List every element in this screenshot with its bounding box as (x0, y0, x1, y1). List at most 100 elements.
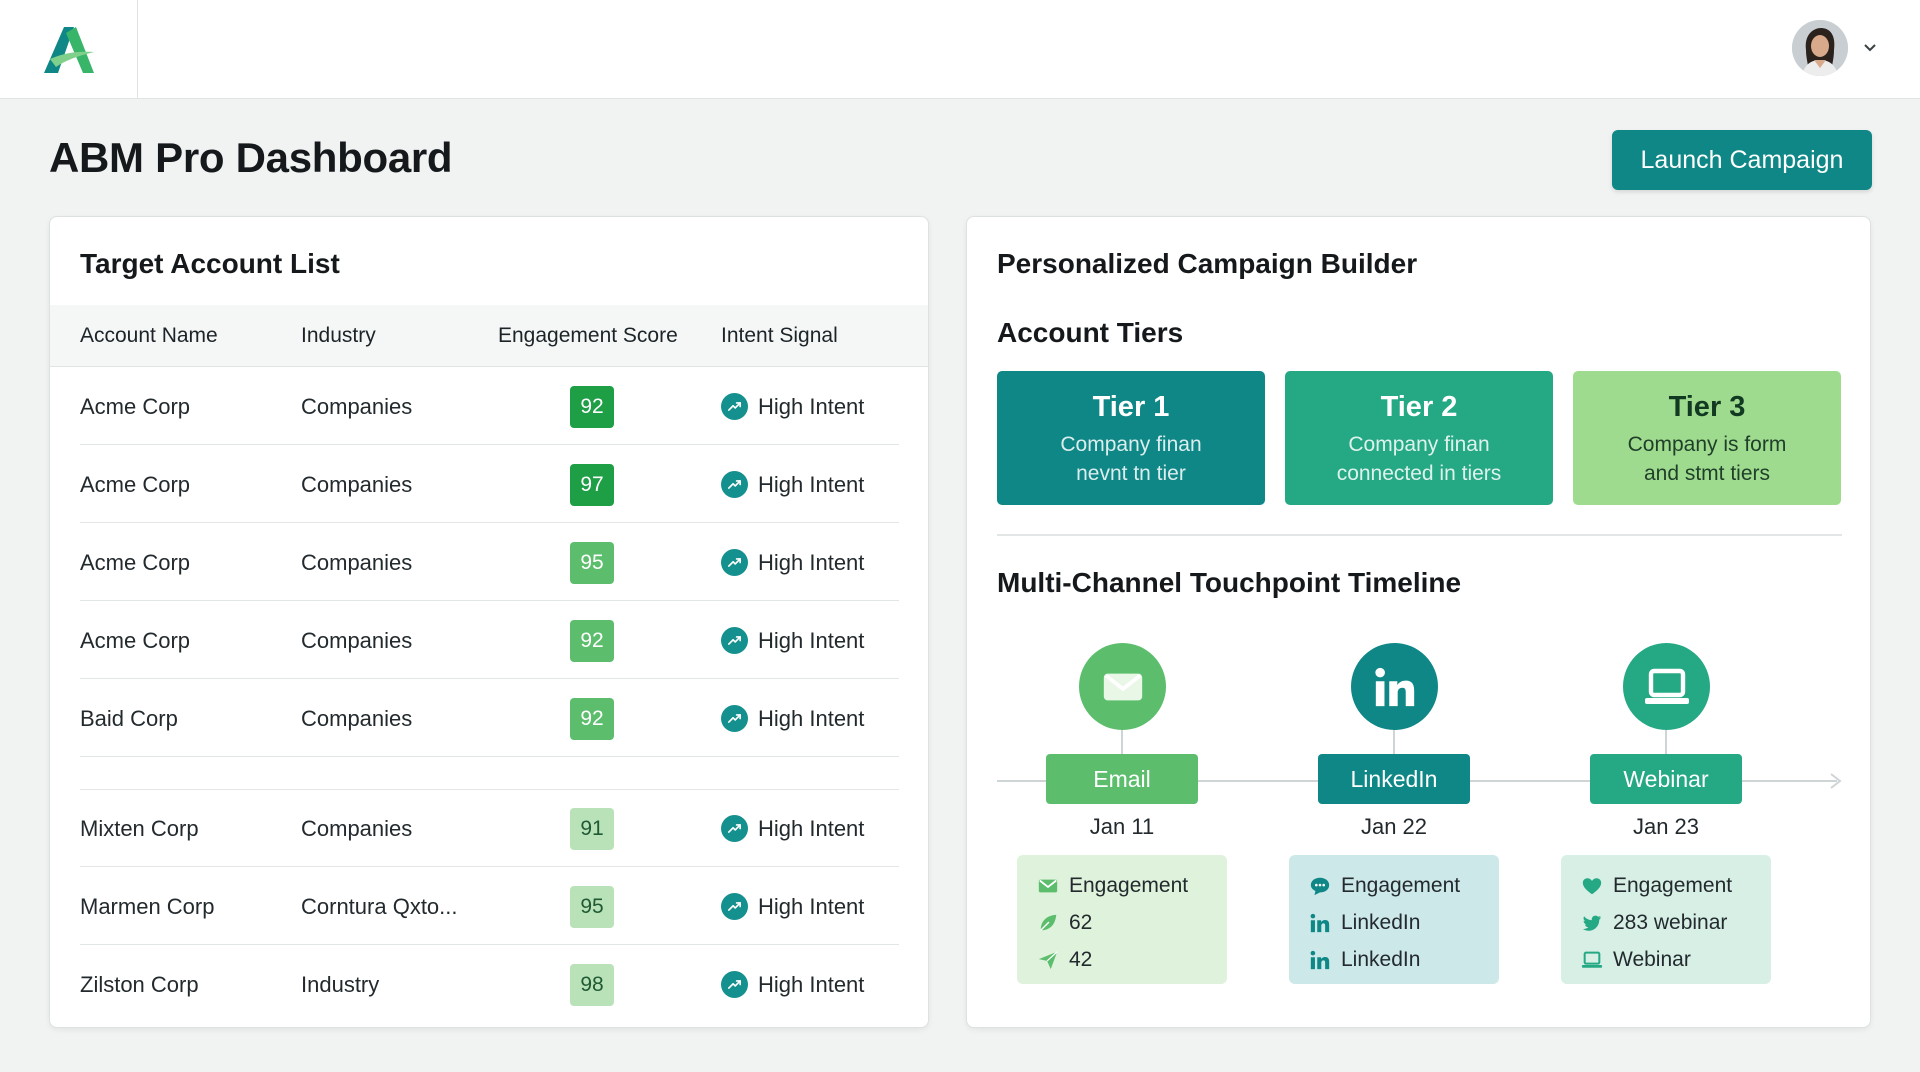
table-row[interactable]: Marmen Corp Corntura Qxto... 95 High Int… (80, 868, 899, 945)
intent-signal-label: High Intent (758, 971, 865, 997)
user-menu[interactable] (1792, 20, 1878, 76)
trending-up-icon (721, 971, 748, 998)
touchpoint-detail-item: LinkedIn (1309, 941, 1499, 978)
touchpoint-timeline-title: Multi-Channel Touchpoint Timeline (997, 567, 1462, 598)
table-header: Account Name Industry Engagement Score I… (50, 305, 928, 367)
touchpoint-detail-item: Engagement (1037, 867, 1227, 904)
account-name-cell: Mixten Corp (80, 816, 199, 841)
engagement-score-badge: 95 (570, 886, 614, 928)
touchpoint-detail-text: Engagement (1341, 873, 1461, 897)
timeline-arrow-icon (1830, 773, 1842, 789)
industry-cell: Corntura Qxto... (301, 894, 458, 919)
touchpoint-detail-text: Webinar (1613, 947, 1691, 971)
column-header-intent-signal[interactable]: Intent Signal (721, 305, 838, 367)
touchpoint-detail-text: 283 webinar (1613, 910, 1728, 934)
laptop-icon[interactable] (1623, 643, 1710, 730)
account-name-cell: Acme Corp (80, 394, 191, 419)
linkedin-icon[interactable] (1351, 643, 1438, 730)
touchpoint-detail-text: 42 (1069, 947, 1093, 971)
touchpoint-date: Jan 22 (1360, 814, 1428, 839)
logo-area[interactable] (0, 0, 138, 99)
user-avatar[interactable] (1792, 20, 1848, 76)
top-header (0, 0, 1920, 99)
touchpoint-channel-button[interactable]: Webinar (1590, 754, 1742, 804)
table-row[interactable]: Acme Corp Companies 97 High Intent (80, 446, 899, 523)
touchpoint-detail-box: Engagement 283 webinar Webinar (1561, 855, 1771, 984)
tier-1-name: Tier 1 (1092, 391, 1170, 423)
touchpoint-date: Jan 11 (1089, 814, 1155, 839)
touchpoint-detail-item: 62 (1037, 904, 1227, 941)
tier-2-name: Tier 2 (1380, 391, 1458, 423)
tier-1-description-line-2: nevnt tn tier (1076, 462, 1186, 485)
industry-cell: Industry (301, 972, 380, 997)
intent-signal-cell: High Intent (721, 446, 864, 523)
timeline-stem (1393, 730, 1395, 754)
account-name-cell: Acme Corp (80, 472, 191, 497)
account-name-cell: Baid Corp (80, 706, 178, 731)
chat-icon (1309, 875, 1331, 897)
touchpoint-detail-text: Engagement (1069, 873, 1189, 897)
touchpoint-detail-item: Engagement (1581, 867, 1771, 904)
touchpoint-detail-item: Engagement (1309, 867, 1499, 904)
intent-signal-cell: High Intent (721, 368, 864, 445)
tier-3-card[interactable]: Tier 3 Company is form and stmt tiers (1573, 371, 1841, 505)
account-name-cell: Acme Corp (80, 628, 191, 653)
tier-1-card[interactable]: Tier 1 Company finan nevnt tn tier (997, 371, 1265, 505)
linkedin-icon (1309, 912, 1331, 934)
industry-cell: Companies (301, 394, 413, 419)
send-icon (1037, 949, 1059, 971)
tier-2-description-line-2: connected in tiers (1336, 462, 1502, 485)
linkedin-icon (1309, 949, 1331, 971)
launch-campaign-button[interactable]: Launch Campaign (1612, 130, 1872, 190)
tier-2-card[interactable]: Tier 2 Company finan connected in tiers (1285, 371, 1553, 505)
touchpoint-channel-button[interactable]: LinkedIn (1318, 754, 1470, 804)
account-tiers-title: Account Tiers (997, 317, 1184, 348)
engagement-score-badge: 98 (570, 964, 614, 1006)
timeline-stem (1665, 730, 1667, 754)
trending-up-icon (721, 893, 748, 920)
table-row[interactable]: Acme Corp Companies 95 High Intent (80, 524, 899, 601)
intent-signal-label: High Intent (758, 393, 865, 419)
engagement-score-badge: 92 (570, 620, 614, 662)
touchpoint-detail-item: Webinar (1581, 941, 1771, 978)
intent-signal-label: High Intent (758, 893, 865, 919)
campaign-builder-title: Personalized Campaign Builder (997, 248, 1418, 279)
table-row[interactable]: Mixten Corp Companies 91 High Intent (80, 790, 899, 867)
industry-cell: Companies (301, 706, 413, 731)
mail-icon[interactable] (1079, 643, 1166, 730)
account-name-cell: Acme Corp (80, 550, 191, 575)
intent-signal-cell: High Intent (721, 946, 864, 1023)
table-spacer-row (80, 758, 899, 790)
touchpoint-detail-text: 62 (1069, 910, 1093, 934)
trending-up-icon (721, 471, 748, 498)
table-row[interactable]: Zilston Corp Industry 98 High Intent (80, 946, 899, 1023)
column-header-account-name[interactable]: Account Name (80, 305, 218, 367)
target-account-list-card: Target Account List Account Name Industr… (49, 216, 929, 1028)
table-row[interactable]: Acme Corp Companies 92 High Intent (80, 602, 899, 679)
industry-cell: Companies (301, 628, 413, 653)
table-row[interactable]: Baid Corp Companies 92 High Intent (80, 680, 899, 757)
table-row[interactable]: Acme Corp Companies 92 High Intent (80, 368, 899, 445)
column-header-industry[interactable]: Industry (301, 305, 376, 367)
mail-icon (1037, 875, 1059, 897)
column-header-engagement-score[interactable]: Engagement Score (498, 305, 678, 367)
touchpoint-detail-item: 283 webinar (1581, 904, 1771, 941)
touchpoint-detail-item: LinkedIn (1309, 904, 1499, 941)
touchpoint-channel-button[interactable]: Email (1046, 754, 1198, 804)
intent-signal-label: High Intent (758, 627, 865, 653)
campaign-builder-card: Personalized Campaign Builder Account Ti… (966, 216, 1871, 1028)
trending-up-icon (721, 393, 748, 420)
twitter-bird-icon (1581, 912, 1603, 934)
touchpoint-detail-text: LinkedIn (1341, 910, 1421, 934)
tier-3-description-line-2: and stmt tiers (1643, 462, 1771, 485)
intent-signal-label: High Intent (758, 549, 865, 575)
section-divider (997, 534, 1842, 536)
target-account-list-title: Target Account List (80, 248, 340, 279)
touchpoint-date: Jan 23 (1632, 814, 1700, 839)
chevron-down-icon[interactable] (1862, 40, 1878, 56)
tier-1-description-line-1: Company finan (1060, 433, 1202, 456)
engagement-score-badge: 92 (570, 386, 614, 428)
intent-signal-cell: High Intent (721, 524, 864, 601)
engagement-score-badge: 95 (570, 542, 614, 584)
touchpoint-detail-item: 42 (1037, 941, 1227, 978)
